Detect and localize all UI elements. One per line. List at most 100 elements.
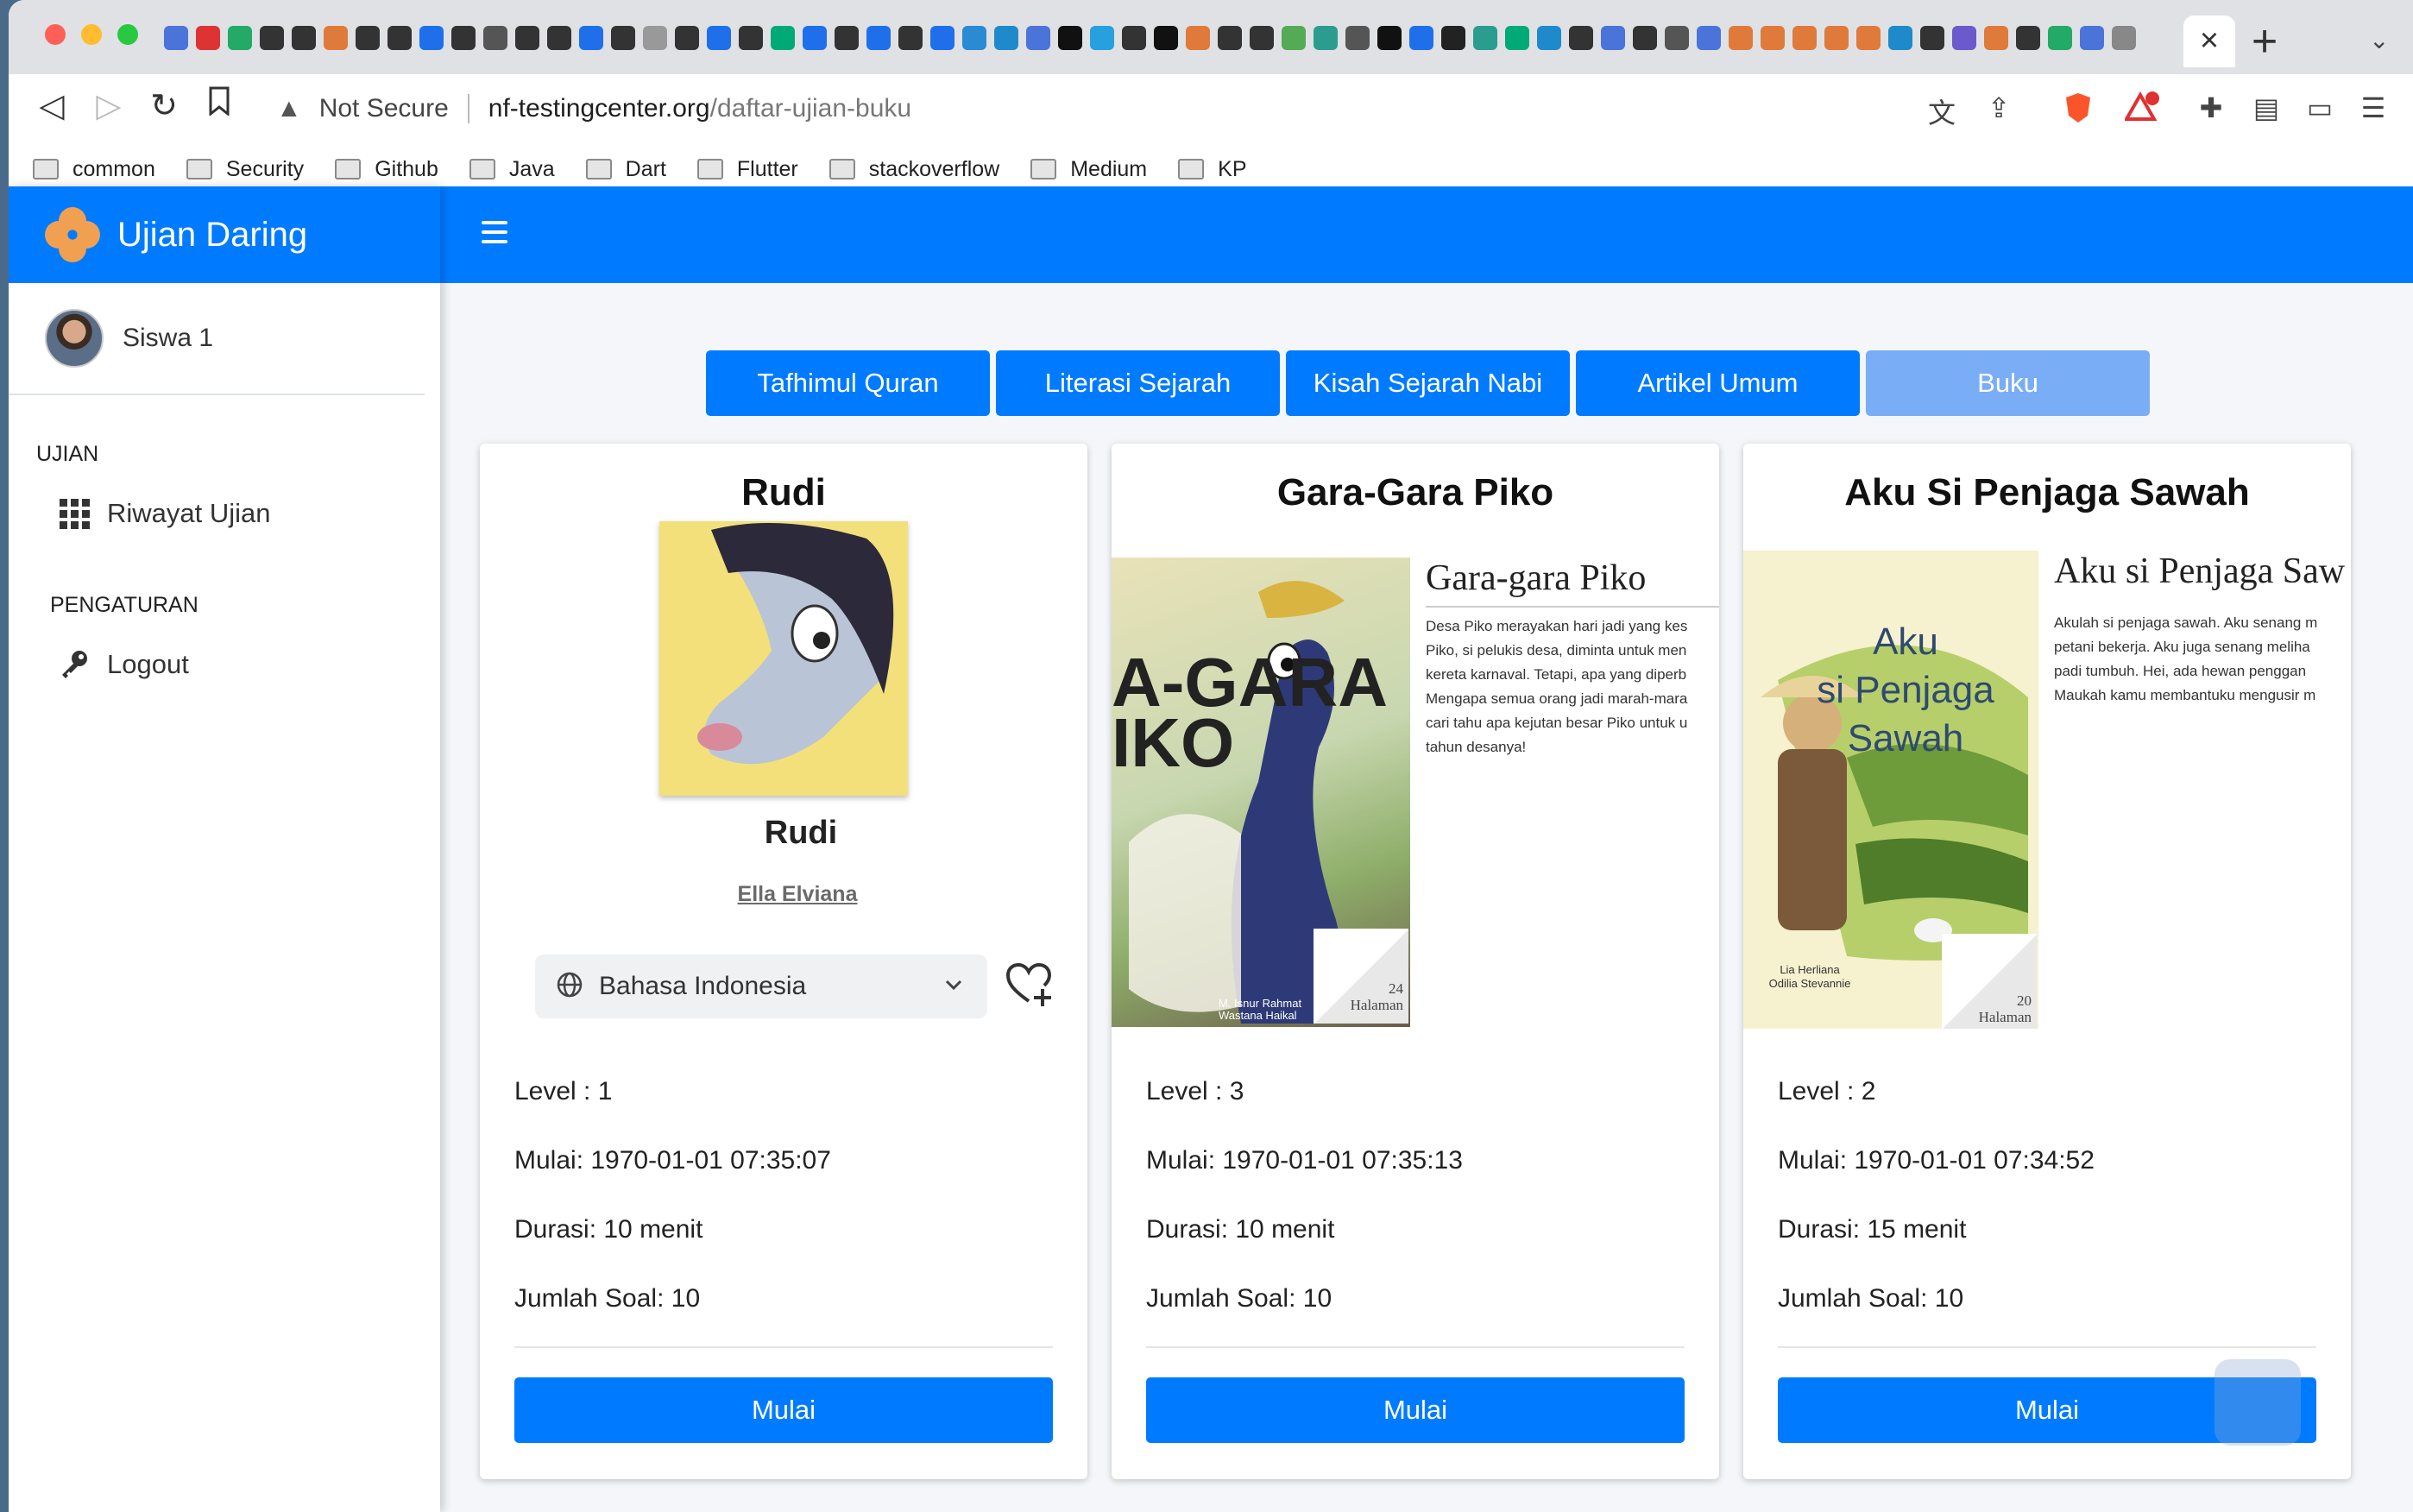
tab-buku[interactable]: Buku [1866, 350, 2150, 416]
share-icon[interactable]: ⇪ [1980, 91, 2018, 124]
tab-favicon-icon[interactable] [1122, 26, 1146, 50]
bookmark-icon[interactable] [195, 86, 243, 124]
user-panel[interactable]: Siswa 1 [9, 283, 425, 395]
close-window-button[interactable] [45, 24, 66, 45]
tab-favicon-icon[interactable] [707, 26, 731, 50]
tab-favicon-icon[interactable] [1920, 26, 1944, 50]
wallet-icon[interactable]: ▭ [2301, 91, 2339, 124]
translate-icon[interactable]: 文 [1923, 91, 1961, 131]
back-button[interactable]: ◁ [28, 86, 76, 125]
tab-favicon-icon[interactable] [1409, 26, 1433, 50]
tab-favicon-icon[interactable] [1026, 26, 1050, 50]
tab-favicon-icon[interactable] [1633, 26, 1657, 50]
tab-favicon-icon[interactable] [387, 26, 412, 50]
close-tab-icon[interactable]: × [2190, 22, 2228, 60]
floating-code-icon[interactable] [2215, 1359, 2301, 1446]
rewards-icon[interactable] [2123, 91, 2161, 131]
tab-artikel-umum[interactable]: Artikel Umum [1576, 350, 1860, 416]
tab-favicon-icon[interactable] [1090, 26, 1114, 50]
bookmark-folder[interactable]: common [33, 157, 155, 182]
tab-favicon-icon[interactable] [1186, 26, 1210, 50]
bookmark-folder[interactable]: Github [335, 157, 438, 182]
tab-favicon-icon[interactable] [1345, 26, 1370, 50]
tab-favicon-icon[interactable] [1984, 26, 2008, 50]
tab-favicon-icon[interactable] [1856, 26, 1881, 50]
address-bar[interactable]: ▲ Not Secure nf-testingcenter.org /dafta… [254, 79, 2170, 138]
tab-favicon-icon[interactable] [835, 26, 859, 50]
tab-favicon-icon[interactable] [1314, 26, 1338, 50]
tab-favicon-icon[interactable] [547, 26, 571, 50]
tab-favicon-icon[interactable] [2080, 26, 2104, 50]
sidebar-item-logout[interactable]: Logout [9, 647, 440, 682]
tab-favicon-icon[interactable] [1441, 26, 1465, 50]
bookmark-folder[interactable]: KP [1178, 157, 1247, 182]
brave-shield-icon[interactable] [2059, 91, 2097, 131]
tab-favicon-icon[interactable] [579, 26, 603, 50]
tab-favicon-icon[interactable] [962, 26, 986, 50]
tab-favicon-icon[interactable] [1697, 26, 1721, 50]
tab-favicon-icon[interactable] [483, 26, 507, 50]
tab-favicon-icon[interactable] [1473, 26, 1497, 50]
tab-favicon-icon[interactable] [1505, 26, 1529, 50]
tab-favicon-icon[interactable] [1250, 26, 1274, 50]
bookmark-folder[interactable]: Medium [1030, 157, 1147, 182]
sidebar-item-riwayat-ujian[interactable]: Riwayat Ujian [9, 496, 440, 531]
bookmark-folder[interactable]: Security [186, 157, 304, 182]
sidebar-icon[interactable]: ▤ [2247, 91, 2285, 124]
tab-favicon-icon[interactable] [419, 26, 444, 50]
language-select[interactable]: Bahasa Indonesia [535, 954, 987, 1018]
bookmark-folder[interactable]: Java [469, 157, 555, 182]
tab-favicon-icon[interactable] [1729, 26, 1753, 50]
tab-favicon-icon[interactable] [1665, 26, 1689, 50]
tab-kisah-sejarah-nabi[interactable]: Kisah Sejarah Nabi [1286, 350, 1570, 416]
tab-favicon-icon[interactable] [2016, 26, 2040, 50]
tab-favicon-icon[interactable] [803, 26, 827, 50]
tab-favicon-icon[interactable] [1537, 26, 1561, 50]
reload-button[interactable]: ↻ [140, 86, 188, 125]
tab-favicon-icon[interactable] [675, 26, 699, 50]
tab-favicon-icon[interactable] [739, 26, 763, 50]
tab-favicon-icon[interactable] [930, 26, 954, 50]
start-exam-button[interactable]: Mulai [1146, 1377, 1685, 1443]
forward-button[interactable]: ▷ [85, 86, 133, 125]
bookmark-folder[interactable]: stackoverflow [828, 157, 999, 182]
tab-favicon-icon[interactable] [324, 26, 348, 50]
tab-favicon-icon[interactable] [2048, 26, 2072, 50]
tab-favicon-icon[interactable] [1154, 26, 1178, 50]
tab-favicon-icon[interactable] [1218, 26, 1242, 50]
tab-favicon-icon[interactable] [1282, 26, 1306, 50]
tab-favicon-icon[interactable] [1824, 26, 1849, 50]
tab-favicon-icon[interactable] [866, 26, 891, 50]
tab-favicon-icon[interactable] [2112, 26, 2136, 50]
author-link[interactable]: Ella Elviana [480, 882, 1115, 907]
tab-favicon-icon[interactable] [1952, 26, 1976, 50]
start-exam-button[interactable]: Mulai [514, 1377, 1053, 1443]
tab-favicon-icon[interactable] [228, 26, 252, 50]
add-favorite-heart-icon[interactable] [1003, 960, 1055, 1011]
minimize-window-button[interactable] [81, 24, 102, 45]
hamburger-menu-icon[interactable] [482, 221, 507, 243]
tab-favicon-icon[interactable] [771, 26, 795, 50]
extensions-icon[interactable]: ✚ [2192, 91, 2230, 124]
pinned-tabs[interactable] [164, 22, 2158, 54]
new-tab-button[interactable]: + [2240, 16, 2289, 67]
tab-favicon-icon[interactable] [451, 26, 476, 50]
menu-icon[interactable]: ☰ [2354, 91, 2392, 124]
tab-favicon-icon[interactable] [1377, 26, 1402, 50]
bookmark-folder[interactable]: Flutter [696, 157, 798, 182]
brand-link[interactable]: Ujian Daring [9, 186, 440, 283]
tab-favicon-icon[interactable] [643, 26, 667, 50]
tab-list-chevron-icon[interactable]: ⌄ [2369, 26, 2389, 54]
tab-favicon-icon[interactable] [898, 26, 923, 50]
tab-favicon-icon[interactable] [1058, 26, 1082, 50]
tab-favicon-icon[interactable] [356, 26, 380, 50]
tab-favicon-icon[interactable] [1569, 26, 1593, 50]
tab-favicon-icon[interactable] [260, 26, 284, 50]
tab-favicon-icon[interactable] [292, 26, 316, 50]
tab-favicon-icon[interactable] [1888, 26, 1912, 50]
tab-favicon-icon[interactable] [1792, 26, 1817, 50]
tab-favicon-icon[interactable] [994, 26, 1018, 50]
tab-favicon-icon[interactable] [1761, 26, 1785, 50]
tab-favicon-icon[interactable] [515, 26, 539, 50]
bookmark-folder[interactable]: Dart [585, 157, 666, 182]
